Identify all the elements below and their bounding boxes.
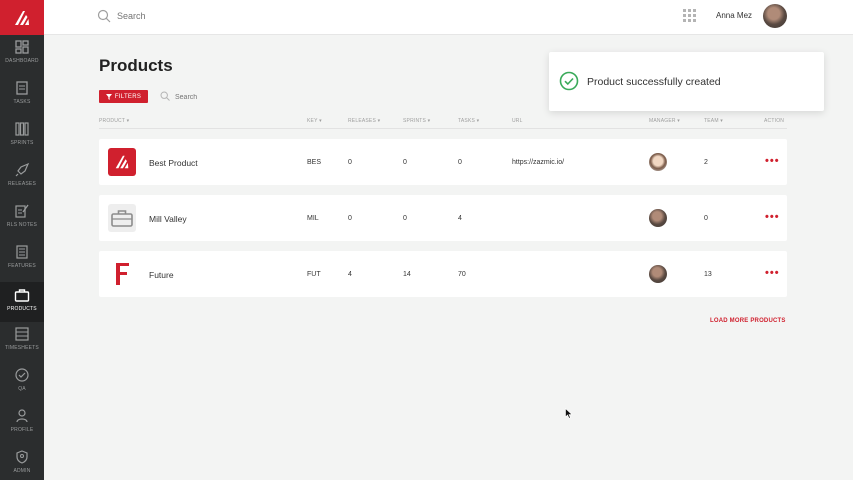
sprints-icon — [15, 122, 29, 136]
product-name[interactable]: Best Product — [149, 158, 198, 168]
row-actions-button[interactable]: ••• — [765, 156, 780, 167]
notes-icon — [15, 204, 29, 218]
column-header-product[interactable]: PRODUCT ▾ — [99, 118, 129, 124]
sidebar-item-label: TIMESHEETS — [5, 345, 39, 351]
row-actions-button[interactable]: ••• — [765, 212, 780, 223]
success-toast: Product successfully created — [549, 52, 824, 111]
sidebar-item-products[interactable]: PRODUCTS — [0, 282, 44, 322]
product-url[interactable]: https://zazmic.io/ — [512, 159, 564, 166]
letter-f-logo-icon — [116, 263, 129, 285]
team-count: 2 — [704, 159, 708, 166]
search-icon — [97, 9, 111, 23]
zazmic-logo-icon — [115, 155, 129, 169]
sidebar: DASHBOARD TASKS SPRINTS RELEASES RLS NOT… — [0, 0, 44, 480]
global-search-input[interactable] — [117, 9, 317, 23]
product-releases: 0 — [348, 159, 352, 166]
sidebar-item-features[interactable]: FEATURES — [0, 242, 44, 282]
rocket-icon — [15, 162, 30, 177]
product-sprints: 0 — [403, 159, 407, 166]
product-key: FUT — [307, 271, 321, 278]
user-name[interactable]: Anna Mez — [716, 11, 752, 20]
page-title: Products — [99, 56, 173, 75]
sidebar-item-rls-notes[interactable]: RLS NOTES — [0, 201, 44, 241]
sidebar-item-label: PROFILE — [10, 427, 34, 433]
column-header-team[interactable]: TEAM ▾ — [704, 118, 723, 124]
briefcase-icon — [111, 210, 133, 227]
sidebar-item-label: FEATURES — [8, 263, 36, 269]
row-actions-button[interactable]: ••• — [765, 268, 780, 279]
user-avatar[interactable] — [763, 4, 787, 28]
top-bar: Anna Mez — [44, 0, 853, 35]
zazmic-logo-icon — [15, 10, 29, 25]
sidebar-item-profile[interactable]: PROFILE — [0, 406, 44, 446]
product-logo — [108, 148, 136, 176]
shield-icon — [16, 450, 28, 464]
column-header-releases[interactable]: RELEASES ▾ — [348, 118, 380, 124]
product-releases: 0 — [348, 215, 352, 222]
features-icon — [16, 245, 28, 259]
sidebar-item-label: PRODUCTS — [7, 306, 37, 312]
sidebar-item-qa[interactable]: QA — [0, 365, 44, 405]
column-header-url: URL — [512, 118, 523, 124]
search-icon — [160, 91, 170, 101]
apps-grid-icon[interactable] — [683, 9, 696, 22]
product-key: MIL — [307, 215, 319, 222]
product-logo — [108, 260, 136, 288]
product-tasks: 4 — [458, 215, 462, 222]
tasks-icon — [16, 81, 28, 95]
sidebar-item-label: SPRINTS — [10, 140, 34, 146]
product-sprints: 14 — [403, 271, 411, 278]
table-row[interactable]: Best Product BES 0 0 0 https://zazmic.io… — [99, 139, 787, 185]
filters-label: FILTERS — [114, 93, 142, 100]
product-tasks: 0 — [458, 159, 462, 166]
product-releases: 4 — [348, 271, 352, 278]
toast-message: Product successfully created — [587, 76, 721, 88]
manager-avatar — [649, 265, 667, 283]
product-name[interactable]: Future — [149, 270, 174, 280]
column-header-action: ACTION — [764, 118, 785, 124]
product-sprints: 0 — [403, 215, 407, 222]
sidebar-item-tasks[interactable]: TASKS — [0, 78, 44, 118]
sidebar-item-label: DASHBOARD — [5, 58, 39, 64]
sidebar-item-label: TASKS — [13, 99, 31, 105]
sidebar-item-sprints[interactable]: SPRINTS — [0, 119, 44, 159]
app-logo[interactable] — [0, 0, 44, 35]
dashboard-icon — [15, 40, 29, 54]
product-search-input[interactable] — [175, 92, 275, 102]
sidebar-item-label: RLS NOTES — [6, 222, 38, 228]
header-divider — [99, 128, 787, 129]
sidebar-item-timesheets[interactable]: TIMESHEETS — [0, 324, 44, 364]
briefcase-icon — [14, 289, 30, 302]
check-circle-icon — [15, 368, 29, 382]
team-count: 0 — [704, 215, 708, 222]
product-name[interactable]: Mill Valley — [149, 214, 187, 224]
column-header-key[interactable]: KEY ▾ — [307, 118, 322, 124]
sidebar-item-label: ADMIN — [13, 468, 31, 474]
team-count: 13 — [704, 271, 712, 278]
column-header-manager[interactable]: MANAGER ▾ — [649, 118, 680, 124]
product-key: BES — [307, 159, 322, 166]
manager-avatar — [649, 153, 667, 171]
sidebar-item-admin[interactable]: ADMIN — [0, 447, 44, 480]
sidebar-item-releases[interactable]: RELEASES — [0, 160, 44, 200]
user-icon — [16, 409, 28, 423]
filters-button[interactable]: FILTERS — [99, 90, 148, 103]
column-header-tasks[interactable]: TASKS ▾ — [458, 118, 479, 124]
mouse-cursor-icon — [565, 408, 573, 419]
sidebar-item-dashboard[interactable]: DASHBOARD — [0, 37, 44, 77]
product-tasks: 70 — [458, 271, 466, 278]
product-logo — [108, 204, 136, 232]
column-header-sprints[interactable]: SPRINTS ▾ — [403, 118, 430, 124]
check-circle-icon — [559, 71, 579, 91]
filter-icon — [105, 93, 112, 100]
load-more-button[interactable]: LOAD MORE PRODUCTS — [710, 318, 786, 324]
table-row[interactable]: Mill Valley MIL 0 0 4 0 ••• — [99, 195, 787, 241]
manager-avatar — [649, 209, 667, 227]
sidebar-item-label: RELEASES — [7, 181, 36, 187]
timesheets-icon — [15, 327, 29, 341]
sidebar-item-label: QA — [18, 386, 26, 392]
table-row[interactable]: Future FUT 4 14 70 13 ••• — [99, 251, 787, 297]
